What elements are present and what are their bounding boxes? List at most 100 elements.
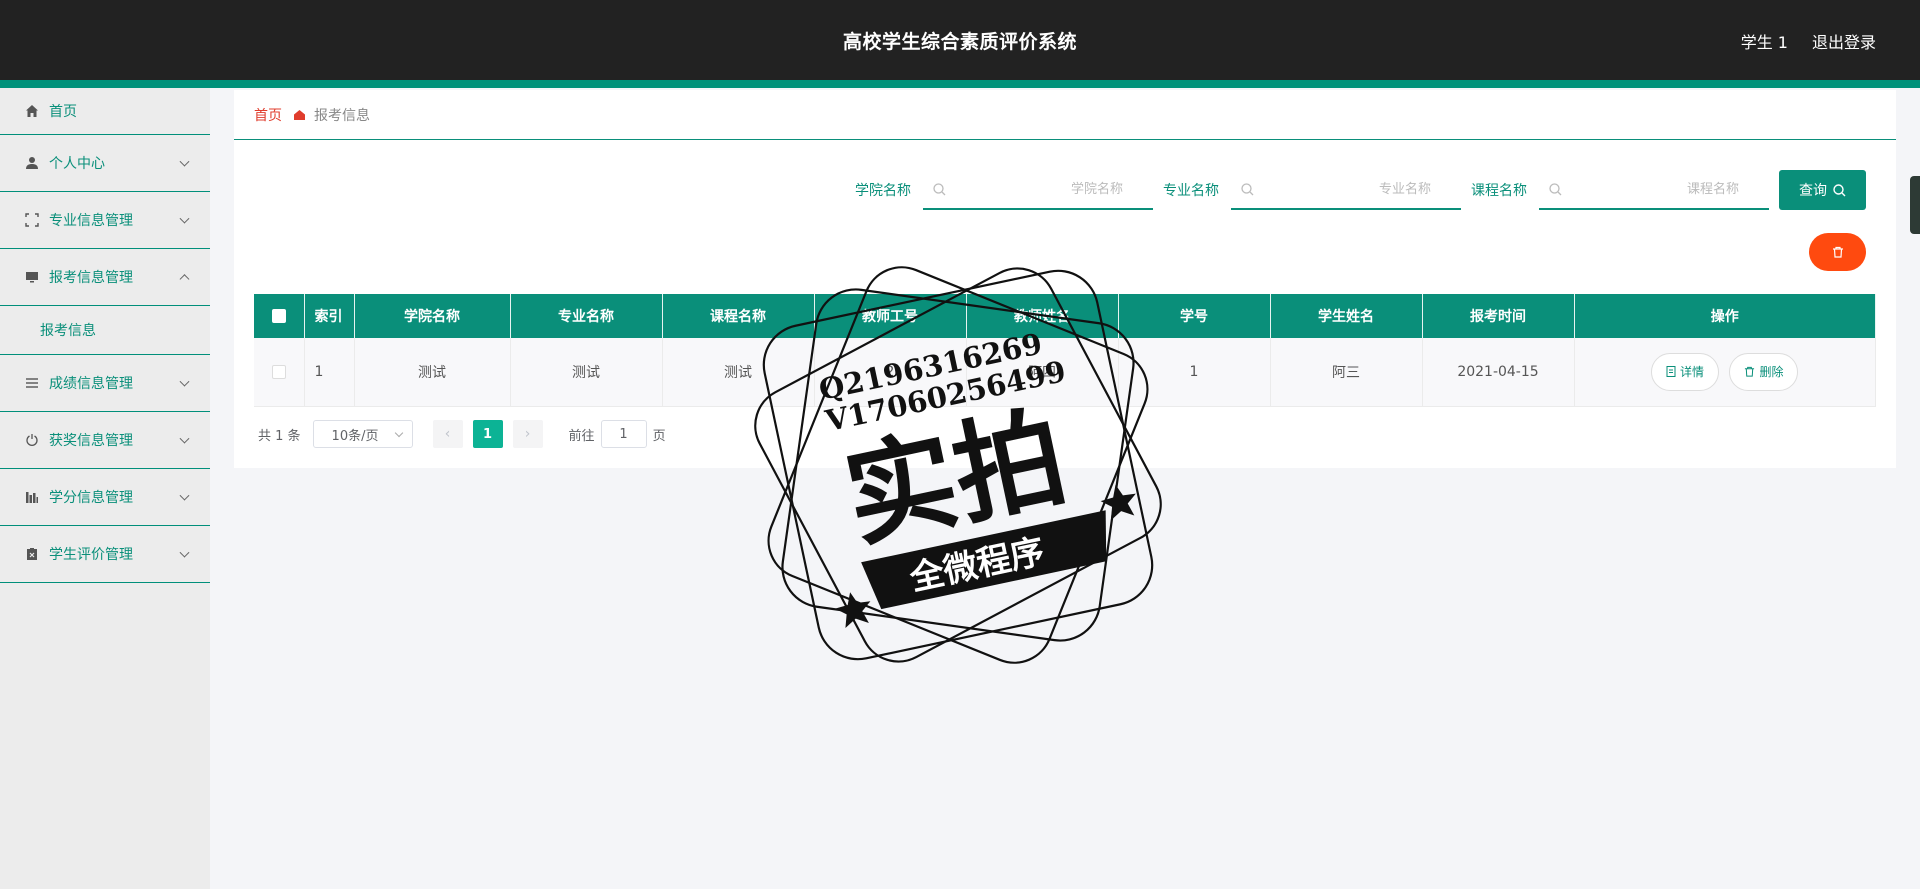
search-label: 学院名称 bbox=[855, 183, 911, 199]
column-header[interactable]: 专业名称 bbox=[510, 294, 663, 338]
monitor-icon bbox=[24, 269, 40, 285]
cell-index: 1 bbox=[304, 338, 355, 407]
column-header[interactable]: 课程名称 bbox=[662, 294, 815, 338]
cell-course: 测试 bbox=[662, 338, 815, 407]
trash-icon bbox=[1745, 367, 1755, 377]
column-header[interactable]: 索引 bbox=[304, 294, 355, 338]
row-select-cell bbox=[254, 338, 305, 407]
goto-suffix: 页 bbox=[652, 428, 666, 444]
sidebar-item-label: 首页 bbox=[49, 104, 77, 120]
page-size-value: 10条/页 bbox=[331, 428, 379, 444]
sidebar-item-score-management[interactable]: 成绩信息管理 bbox=[0, 355, 210, 412]
college-name-input[interactable] bbox=[923, 170, 1153, 208]
user-area: 学生 1 退出登录 bbox=[1741, 29, 1876, 53]
search-label: 专业名称 bbox=[1163, 183, 1219, 199]
home-icon bbox=[294, 109, 305, 120]
cell-major: 测试 bbox=[510, 338, 663, 407]
sidebar: 首页 个人中心 专业信息管理 报考信息管理 报考信息 成绩信息管理 获奖信息管理… bbox=[0, 88, 210, 889]
delete-button-label: 删除 bbox=[1759, 365, 1784, 380]
page-size-select[interactable]: 10条/页 bbox=[312, 420, 413, 448]
clipboard-icon bbox=[24, 546, 40, 562]
cell-exam-date: 2021-04-15 bbox=[1422, 338, 1575, 407]
user-icon bbox=[24, 155, 40, 171]
goto-prefix: 前往 bbox=[568, 428, 595, 444]
watermark-banner-text: 全微程序 bbox=[906, 531, 1048, 599]
column-header: 操作 bbox=[1574, 294, 1876, 338]
select-all-checkbox[interactable] bbox=[271, 309, 286, 323]
search-icon bbox=[1241, 183, 1254, 196]
cell-teacher-id: 2 bbox=[814, 338, 967, 407]
detail-button-label: 详情 bbox=[1680, 365, 1705, 380]
sidebar-item-home[interactable]: 首页 bbox=[0, 88, 210, 135]
column-header[interactable]: 学号 bbox=[1118, 294, 1271, 338]
sidebar-item-label: 获奖信息管理 bbox=[49, 433, 133, 449]
batch-delete-button[interactable] bbox=[1809, 233, 1866, 271]
table-header-row: 索引 学院名称 专业名称 课程名称 教师工号 教师姓名 学号 学生姓名 报考时间… bbox=[254, 294, 1876, 338]
power-icon bbox=[24, 432, 40, 448]
app-title: 高校学生综合素质评价系统 bbox=[842, 31, 1077, 53]
content-panel: 学院名称 专业名称 课程名称 查询 bbox=[234, 140, 1896, 468]
column-header[interactable]: 报考时间 bbox=[1422, 294, 1575, 338]
star-icon bbox=[835, 592, 871, 628]
sidebar-item-label: 学分信息管理 bbox=[49, 490, 133, 506]
search-field-college: 学院名称 bbox=[855, 170, 1153, 210]
sidebar-subitem-exam-info[interactable]: 报考信息 bbox=[0, 306, 210, 355]
sidebar-item-major-management[interactable]: 专业信息管理 bbox=[0, 192, 210, 249]
chevron-up-icon bbox=[179, 274, 190, 285]
detail-button[interactable]: 详情 bbox=[1651, 352, 1720, 391]
side-handle[interactable] bbox=[1910, 176, 1920, 234]
chevron-down-icon bbox=[179, 547, 190, 558]
row-checkbox[interactable] bbox=[271, 364, 286, 379]
search-icon bbox=[933, 183, 946, 196]
sidebar-item-personal-center[interactable]: 个人中心 bbox=[0, 135, 210, 192]
cell-student-id: 1 bbox=[1118, 338, 1271, 407]
chevron-down-icon bbox=[179, 490, 190, 501]
logout-link[interactable]: 退出登录 bbox=[1812, 29, 1876, 53]
cell-student-name: 阿三 bbox=[1270, 338, 1423, 407]
goto-page-input[interactable] bbox=[600, 420, 647, 448]
chevron-down-icon bbox=[179, 433, 190, 444]
query-button-label: 查询 bbox=[1799, 183, 1827, 199]
pagination: 共 1 条 10条/页 ‹ 1 › 前往 页 bbox=[258, 420, 666, 448]
search-icon bbox=[1549, 183, 1562, 196]
sidebar-item-award-management[interactable]: 获奖信息管理 bbox=[0, 412, 210, 469]
major-name-input[interactable] bbox=[1231, 170, 1461, 208]
search-field-course: 课程名称 bbox=[1471, 170, 1769, 210]
sidebar-item-label: 学生评价管理 bbox=[49, 547, 133, 563]
column-header[interactable]: 学院名称 bbox=[354, 294, 511, 338]
cell-college: 测试 bbox=[354, 338, 511, 407]
search-field-major: 专业名称 bbox=[1163, 170, 1461, 210]
cell-actions: 详情 删除 bbox=[1574, 338, 1876, 407]
search-box bbox=[1539, 170, 1769, 210]
chevron-down-icon bbox=[179, 156, 190, 167]
course-name-input[interactable] bbox=[1539, 170, 1769, 208]
delete-button[interactable]: 删除 bbox=[1729, 352, 1799, 391]
sidebar-item-credit-management[interactable]: 学分信息管理 bbox=[0, 469, 210, 526]
search-box bbox=[1231, 170, 1461, 210]
chevron-down-icon bbox=[394, 428, 403, 438]
next-page-button[interactable]: › bbox=[512, 420, 543, 448]
frame-icon bbox=[24, 212, 40, 228]
breadcrumb: 首页 报考信息 bbox=[234, 90, 1896, 140]
chevron-left-icon: ‹ bbox=[444, 426, 451, 442]
sidebar-item-label: 专业信息管理 bbox=[49, 213, 133, 229]
column-header[interactable]: 学生姓名 bbox=[1270, 294, 1423, 338]
sidebar-item-label: 报考信息管理 bbox=[49, 270, 133, 286]
query-button[interactable]: 查询 bbox=[1779, 170, 1866, 210]
sidebar-item-evaluation-management[interactable]: 学生评价管理 bbox=[0, 526, 210, 583]
sidebar-item-label: 成绩信息管理 bbox=[49, 376, 133, 392]
page-number-button[interactable]: 1 bbox=[472, 420, 503, 448]
trash-icon bbox=[1832, 246, 1843, 258]
table-row: 1 测试 测试 测试 2 阿四 1 阿三 2021-04-15 详情 删除 bbox=[254, 338, 1876, 407]
search-icon bbox=[1833, 183, 1846, 196]
search-bar: 学院名称 专业名称 课程名称 查询 bbox=[855, 170, 1866, 210]
breadcrumb-home[interactable]: 首页 bbox=[254, 105, 282, 125]
prev-page-button[interactable]: ‹ bbox=[432, 420, 463, 448]
cell-teacher-name: 阿四 bbox=[966, 338, 1119, 407]
sidebar-item-exam-management[interactable]: 报考信息管理 bbox=[0, 249, 210, 306]
select-all-cell bbox=[254, 294, 305, 338]
current-user: 学生 1 bbox=[1740, 33, 1788, 52]
chevron-down-icon bbox=[179, 213, 190, 224]
column-header[interactable]: 教师工号 bbox=[814, 294, 967, 338]
column-header[interactable]: 教师姓名 bbox=[966, 294, 1119, 338]
